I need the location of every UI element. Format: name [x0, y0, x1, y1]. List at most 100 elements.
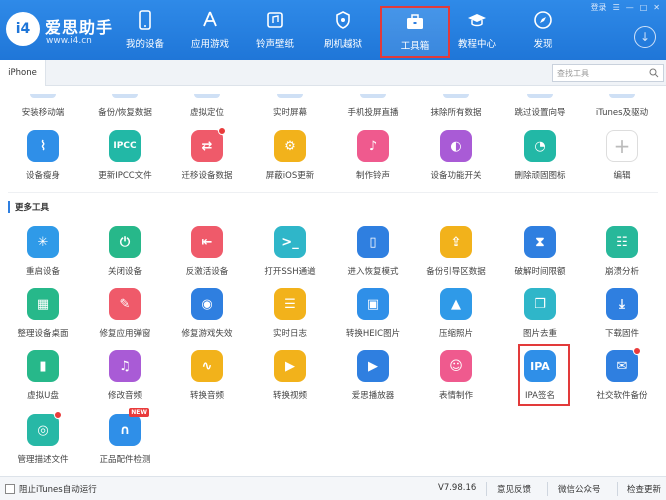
- block-itunes-checkbox[interactable]: [5, 484, 15, 494]
- close-icon[interactable]: ✕: [653, 3, 660, 12]
- tool-repair[interactable]: ✎ 修复应用弹窗: [85, 282, 165, 352]
- tool-play[interactable]: ▶ 爱思播放器: [333, 344, 413, 414]
- partial-icon: [360, 94, 386, 98]
- icon-glyph: ⇪: [450, 234, 462, 250]
- tool-chat-backup[interactable]: ✉ 社交软件备份: [582, 344, 662, 414]
- tool-grid[interactable]: ▦ 整理设备桌面: [3, 282, 83, 352]
- tool-profile[interactable]: ◎ 管理描述文件: [3, 408, 83, 478]
- icon-glyph: ⚙: [284, 138, 296, 154]
- tool-label: 转换视频: [272, 391, 307, 401]
- icon-glyph: ☰: [284, 296, 296, 312]
- tool-photo[interactable]: ▲ 压缩照片: [416, 282, 496, 352]
- tool-pie[interactable]: ◔ 删除顽固图标: [500, 124, 580, 194]
- feedback-link[interactable]: 意见反馈: [497, 483, 531, 495]
- tab-iphone[interactable]: iPhone: [0, 60, 46, 86]
- tool-label-partial[interactable]: 备份/恢复数据: [85, 106, 165, 118]
- tool-gamepad[interactable]: ◉ 修复游戏失效: [167, 282, 247, 352]
- tool-gear[interactable]: ⚙ 屏蔽iOS更新: [250, 124, 330, 194]
- chat-backup-icon: ✉: [606, 347, 641, 382]
- nav-my-device[interactable]: 我的设备: [110, 6, 180, 56]
- tool-power[interactable]: ⏻ 关闭设备: [85, 220, 165, 290]
- tool-label: 图片去重: [522, 329, 557, 339]
- nav-toolbox[interactable]: 工具箱: [380, 6, 450, 58]
- tool-earphone[interactable]: ∩ NEW 正品配件检测: [85, 408, 165, 478]
- tool-spinner[interactable]: ✳ 重启设备: [3, 220, 83, 290]
- tool-label-partial[interactable]: iTunes及驱动: [582, 106, 662, 118]
- icon-glyph: ⏻: [119, 234, 131, 250]
- tool-audio-edit[interactable]: ♫ 修改音频: [85, 344, 165, 414]
- tool-label-partial[interactable]: 抹除所有数据: [416, 106, 496, 118]
- tool-recovery[interactable]: ▯ 进入恢复模式: [333, 220, 413, 290]
- tool-plus[interactable]: + 编辑: [582, 124, 662, 194]
- tool-label-partial[interactable]: 手机投屏直播: [333, 106, 413, 118]
- top-header-bar: i4 爱思助手 www.i4.cn 我的设备 应用游戏 铃声壁纸 刷机越狱 工具…: [0, 0, 666, 60]
- tool-label: 删除顽固图标: [514, 171, 566, 181]
- tool-migrate[interactable]: ⇄ 迁移设备数据: [167, 124, 247, 194]
- tool-waveform[interactable]: ∿ 转换音频: [167, 344, 247, 414]
- tool-label-partial[interactable]: 虚拟定位: [167, 106, 247, 118]
- tool-label: 修改音频: [107, 391, 142, 401]
- tool-crash[interactable]: ☷ 崩溃分析: [582, 220, 662, 290]
- search-icon[interactable]: [649, 68, 659, 78]
- broom-icon: ⌇: [27, 130, 59, 162]
- tool-label: 压缩照片: [438, 329, 473, 339]
- tool-emoji[interactable]: ☺ 表情制作: [416, 344, 496, 414]
- icon-glyph: ✎: [119, 296, 131, 312]
- nav-flash-jailbreak[interactable]: 刷机越狱: [308, 6, 378, 56]
- log-icon: ☰: [274, 288, 306, 320]
- tool-toggle[interactable]: ◐ 设备功能开关: [416, 124, 496, 194]
- login-button[interactable]: 登录: [591, 2, 607, 13]
- icon-glyph: ▯: [369, 234, 377, 250]
- maximize-icon[interactable]: □: [640, 3, 648, 12]
- tool-music-note[interactable]: ♪ 制作铃声: [333, 124, 413, 194]
- nav-apps-games[interactable]: 应用游戏: [175, 6, 245, 56]
- wechat-link[interactable]: 微信公众号: [558, 483, 601, 495]
- tool-label: 破解时间限额: [514, 267, 566, 277]
- photo-icon: ▲: [440, 288, 472, 320]
- grid-icon: ▦: [27, 288, 59, 320]
- icon-glyph: ◎: [37, 422, 49, 438]
- brand-url: www.i4.cn: [46, 36, 92, 46]
- toolbox-icon: [407, 14, 423, 29]
- tool-label: 下载固件: [604, 329, 639, 339]
- tool-label-partial[interactable]: 跳过设置向导: [500, 106, 580, 118]
- nav-tutorials[interactable]: 教程中心: [442, 6, 512, 56]
- window-controls: 登录 ☰ — □ ✕: [591, 2, 660, 13]
- tool-label: 反激活设备: [185, 267, 229, 277]
- logo-text: i4: [15, 21, 31, 37]
- tool-backup[interactable]: ⇪ 备份引导区数据: [416, 220, 496, 290]
- icon-glyph: ▮: [39, 358, 47, 374]
- check-update-link[interactable]: 检查更新: [627, 483, 661, 495]
- play-icon: ▶: [357, 350, 389, 382]
- tool-download-firmware[interactable]: ⤓ 下载固件: [582, 282, 662, 352]
- minimize-icon[interactable]: —: [626, 3, 634, 12]
- menu-icon[interactable]: ☰: [613, 3, 620, 12]
- tool-label-partial[interactable]: 实时屏幕: [250, 106, 330, 118]
- nav-discover[interactable]: 发现: [508, 6, 578, 56]
- tool-label: 屏蔽iOS更新: [265, 171, 315, 181]
- tool-usb[interactable]: ▮ 虚拟U盘: [3, 344, 83, 414]
- tool-broom[interactable]: ⌇ 设备瘦身: [3, 124, 83, 194]
- tool-label-partial[interactable]: 安装移动端: [3, 106, 83, 118]
- search-input[interactable]: 查找工具: [552, 64, 664, 82]
- highlight-ipa-sign: [518, 344, 570, 406]
- tool-image-convert[interactable]: ▣ 转换HEIC图片: [333, 282, 413, 352]
- tool-deactivate[interactable]: ⇤ 反激活设备: [167, 220, 247, 290]
- icon-glyph: +: [613, 134, 631, 158]
- crash-icon: ☷: [606, 226, 638, 258]
- download-manager-icon[interactable]: ↓: [634, 26, 656, 48]
- icon-glyph: ⇄: [201, 138, 213, 154]
- tool-log[interactable]: ☰ 实时日志: [250, 282, 330, 352]
- image-convert-icon: ▣: [357, 288, 389, 320]
- nav-ringtones-wallpapers[interactable]: 铃声壁纸: [240, 6, 310, 56]
- icon-glyph: >_: [281, 234, 299, 250]
- new-tag: NEW: [129, 408, 149, 417]
- repair-icon: ✎: [109, 288, 141, 320]
- icon-glyph: ▦: [36, 296, 50, 312]
- tool-terminal[interactable]: >_ 打开SSH通道: [250, 220, 330, 290]
- tool-hourglass[interactable]: ⧗ 破解时间限额: [500, 220, 580, 290]
- tool-ipcc[interactable]: IPCC 更新IPCC文件: [85, 124, 165, 194]
- tool-dedupe[interactable]: ❐ 图片去重: [500, 282, 580, 352]
- tool-video-convert[interactable]: ▶ 转换视频: [250, 344, 330, 414]
- toolbox-content: 安装移动端 备份/恢复数据 虚拟定位 实时屏幕 手机投屏直播 抹除所有数据 跳过设置向导 iT…: [0, 86, 666, 476]
